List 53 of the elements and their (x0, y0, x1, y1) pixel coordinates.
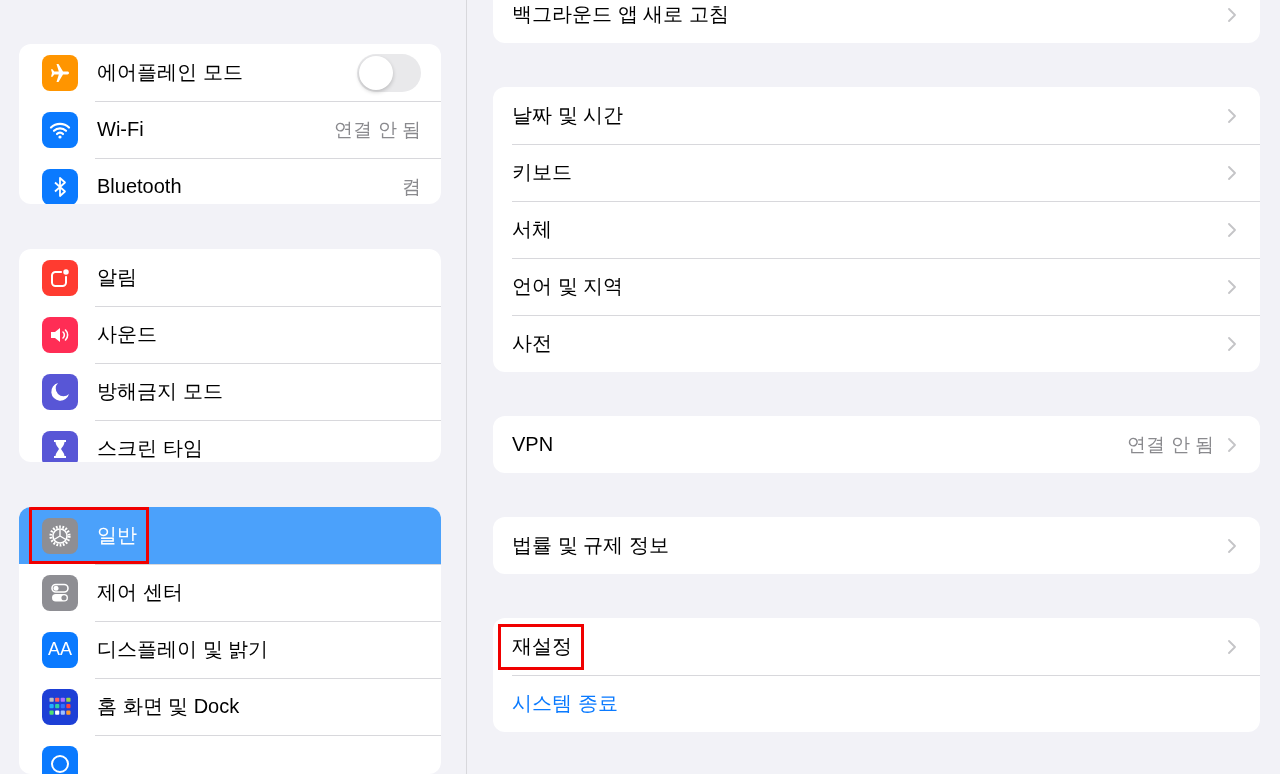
settings-link[interactable]: 사전 (512, 330, 552, 357)
status-value: 연결 안 됨 (334, 117, 421, 142)
settings-link[interactable]: 언어 및 지역 (512, 273, 624, 300)
sidebar-item[interactable]: 홈 화면 및 Dock (19, 678, 441, 736)
sidebar-item[interactable]: 에어플레인 모드 (19, 44, 441, 101)
speaker-icon (42, 316, 78, 353)
chevron-icon (1228, 336, 1236, 351)
chevron-icon (1228, 165, 1236, 180)
status-value: 연결 안 됨 (1127, 432, 1214, 457)
settings-link[interactable]: 서체 (512, 216, 552, 243)
shutdown-link[interactable]: 시스템 종료 (512, 690, 618, 717)
sidebar-item[interactable]: AA 디스플레이 및 밝기 (19, 621, 441, 679)
sidebar-item[interactable]: 알림 (19, 249, 441, 306)
chevron-icon (1228, 222, 1236, 237)
moon-icon (42, 373, 78, 410)
settings-link[interactable]: 백그라운드 앱 새로 고침 (512, 1, 729, 28)
item-label: 방해금지 모드 (97, 379, 223, 404)
notification-icon (42, 259, 78, 296)
settings-link[interactable]: 키보드 (512, 159, 572, 186)
sidebar-item[interactable]: 방해금지 모드 (19, 363, 441, 420)
sidebar-item[interactable]: 제어 센터 (19, 564, 441, 622)
item-label: 에어플레인 모드 (97, 60, 243, 85)
item-label: 제어 센터 (97, 580, 183, 606)
settings-link[interactable]: 법률 및 규제 정보 (512, 532, 669, 559)
airplane-icon (42, 54, 78, 91)
item-label: Bluetooth (97, 175, 182, 198)
chevron-icon (1228, 437, 1236, 452)
item-label: 디스플레이 및 밝기 (97, 637, 269, 663)
status-value: 켬 (402, 174, 421, 199)
item-label: 알림 (97, 265, 137, 290)
item-label: Wi-Fi (97, 118, 144, 141)
chevron-icon (1228, 639, 1236, 654)
item-label: 홈 화면 및 Dock (97, 694, 240, 720)
settings-link[interactable]: VPN (512, 433, 554, 456)
settings-link[interactable]: 재설정 (512, 633, 572, 660)
sidebar-item[interactable]: 스크린 타임 (19, 420, 441, 463)
item-label: 일반 (97, 523, 137, 549)
gear-icon (42, 517, 78, 554)
item-label: 스크린 타임 (97, 436, 203, 461)
switches-icon (42, 574, 78, 611)
toggle-switch[interactable] (357, 53, 421, 92)
display-icon: AA (42, 631, 78, 668)
chevron-icon (1228, 538, 1236, 553)
sidebar-item[interactable]: Bluetooth 켬 (19, 158, 441, 204)
item-label: 사운드 (97, 322, 157, 347)
chevron-icon (1228, 279, 1236, 294)
sidebar-item[interactable]: 사운드 (19, 306, 441, 363)
wifi-icon (42, 111, 78, 148)
settings-link[interactable]: 날짜 및 시간 (512, 102, 624, 129)
sidebar-item[interactable]: Wi-Fi 연결 안 됨 (19, 101, 441, 158)
chevron-icon (1228, 7, 1236, 22)
app-grid-icon (42, 688, 78, 725)
chevron-icon (1228, 108, 1236, 123)
